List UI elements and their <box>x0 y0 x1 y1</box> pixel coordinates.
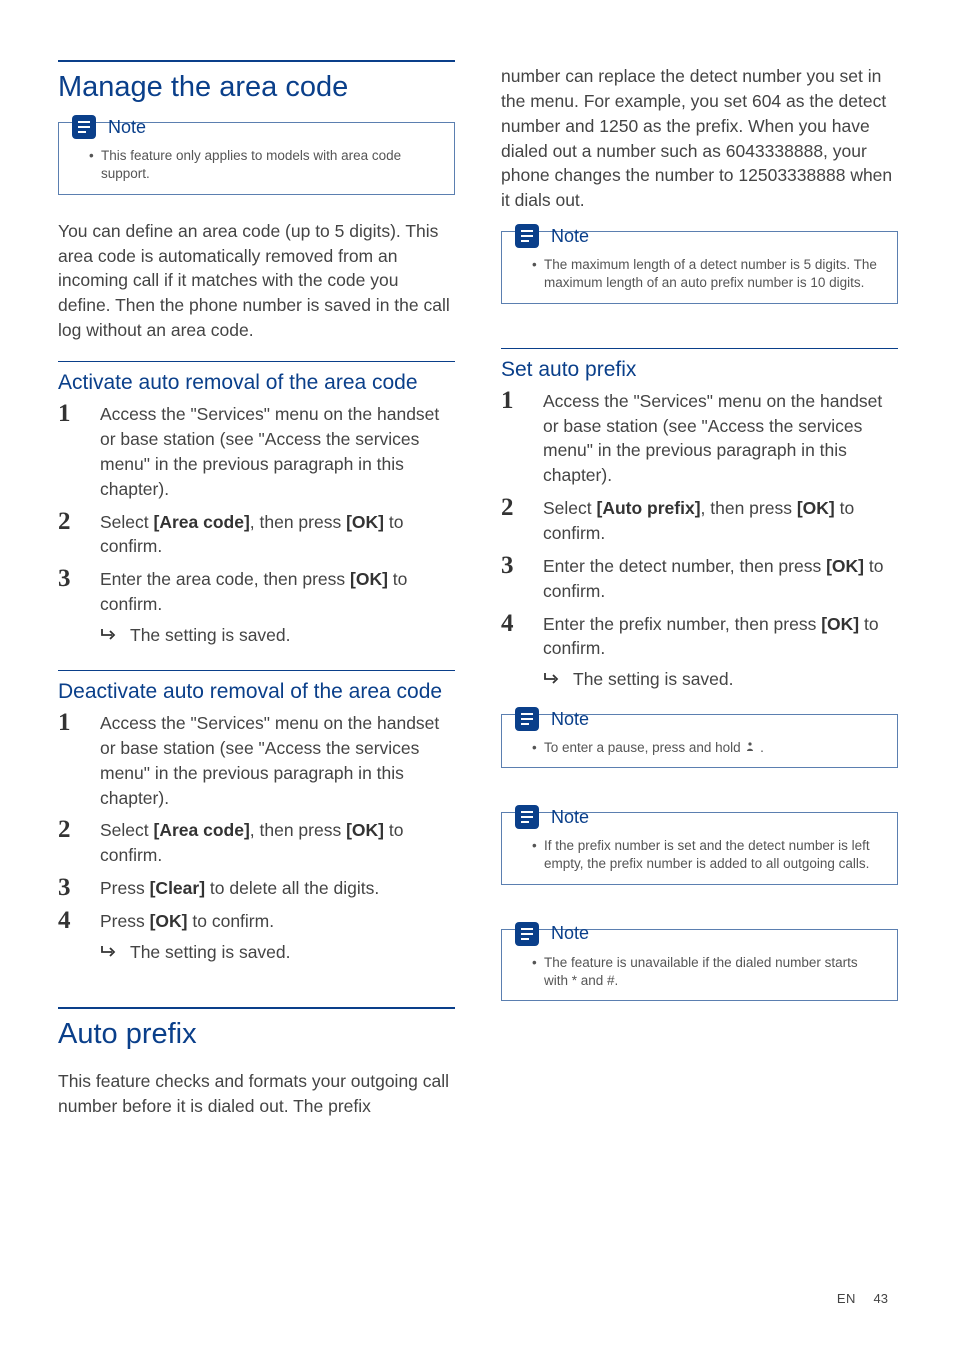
hash-key-icon <box>744 741 756 753</box>
section-deactivate: Deactivate auto removal of the area code… <box>58 670 455 965</box>
rule <box>58 361 455 362</box>
numbered-list: Access the "Services" menu on the handse… <box>58 711 455 965</box>
note-icon <box>70 113 98 141</box>
note-text: If the prefix number is set and the dete… <box>532 837 883 873</box>
note-label: Note <box>108 117 146 138</box>
note-header: Note <box>70 113 444 141</box>
result-line: The setting is saved. <box>100 940 455 965</box>
step-item: Access the "Services" menu on the handse… <box>58 402 455 501</box>
step-item: Select [Area code], then press [OK] to c… <box>58 510 455 560</box>
note-box: Note The maximum length of a detect numb… <box>501 231 898 303</box>
heading-h2: Deactivate auto removal of the area code <box>58 679 455 705</box>
note-label: Note <box>551 709 589 730</box>
result-arrow-icon <box>100 944 118 958</box>
result-arrow-icon <box>100 627 118 641</box>
step-item: Select [Area code], then press [OK] to c… <box>58 818 455 868</box>
section-manage-area-code: Manage the area code <box>58 60 455 104</box>
numbered-list: Access the "Services" menu on the handse… <box>58 402 455 648</box>
note-label: Note <box>551 226 589 247</box>
step-item: Enter the prefix number, then press [OK]… <box>501 612 898 693</box>
paragraph: You can define an area code (up to 5 dig… <box>58 219 455 343</box>
note-icon <box>513 920 541 948</box>
note-text: This feature only applies to models with… <box>89 147 440 183</box>
numbered-list: Access the "Services" menu on the handse… <box>501 389 898 692</box>
heading-h1: Manage the area code <box>58 70 455 104</box>
note-label: Note <box>551 807 589 828</box>
step-item: Press [OK] to confirm. The setting is sa… <box>58 909 455 965</box>
note-box: Note This feature only applies to models… <box>58 122 455 194</box>
note-text: The maximum length of a detect number is… <box>532 256 883 292</box>
rule <box>58 670 455 671</box>
rule <box>58 60 455 62</box>
note-header: Note <box>513 803 887 831</box>
paragraph: This feature checks and formats your out… <box>58 1069 455 1119</box>
rule <box>58 1007 455 1009</box>
rule <box>501 348 898 349</box>
heading-h2: Set auto prefix <box>501 357 898 383</box>
note-header: Note <box>513 705 887 733</box>
section-auto-prefix: Auto prefix This feature checks and form… <box>58 1007 455 1119</box>
heading-h1: Auto prefix <box>58 1017 455 1051</box>
step-item: Access the "Services" menu on the handse… <box>501 389 898 488</box>
page-footer: EN 43 <box>837 1291 888 1306</box>
step-item: Select [Auto prefix], then press [OK] to… <box>501 496 898 546</box>
step-item: Access the "Services" menu on the handse… <box>58 711 455 810</box>
section-set-auto-prefix: Set auto prefix Access the "Services" me… <box>501 348 898 693</box>
result-line: The setting is saved. <box>543 667 898 692</box>
result-arrow-icon <box>543 671 561 685</box>
note-box: Note If the prefix number is set and the… <box>501 812 898 884</box>
result-line: The setting is saved. <box>100 623 455 648</box>
note-icon <box>513 803 541 831</box>
footer-page-number: 43 <box>874 1291 888 1306</box>
heading-h2: Activate auto removal of the area code <box>58 370 455 396</box>
step-item: Enter the area code, then press [OK] to … <box>58 567 455 648</box>
note-header: Note <box>513 222 887 250</box>
note-box: Note The feature is unavailable if the d… <box>501 929 898 1001</box>
section-activate: Activate auto removal of the area code A… <box>58 361 455 648</box>
paragraph: number can replace the detect number you… <box>501 64 898 213</box>
note-icon <box>513 222 541 250</box>
note-icon <box>513 705 541 733</box>
note-label: Note <box>551 923 589 944</box>
step-item: Enter the detect number, then press [OK]… <box>501 554 898 604</box>
note-text: To enter a pause, press and hold . <box>532 739 883 757</box>
note-text: The feature is unavailable if the dialed… <box>532 954 883 990</box>
note-box: Note To enter a pause, press and hold . <box>501 714 898 768</box>
note-header: Note <box>513 920 887 948</box>
step-item: Press [Clear] to delete all the digits. <box>58 876 455 901</box>
footer-lang: EN <box>837 1291 856 1306</box>
